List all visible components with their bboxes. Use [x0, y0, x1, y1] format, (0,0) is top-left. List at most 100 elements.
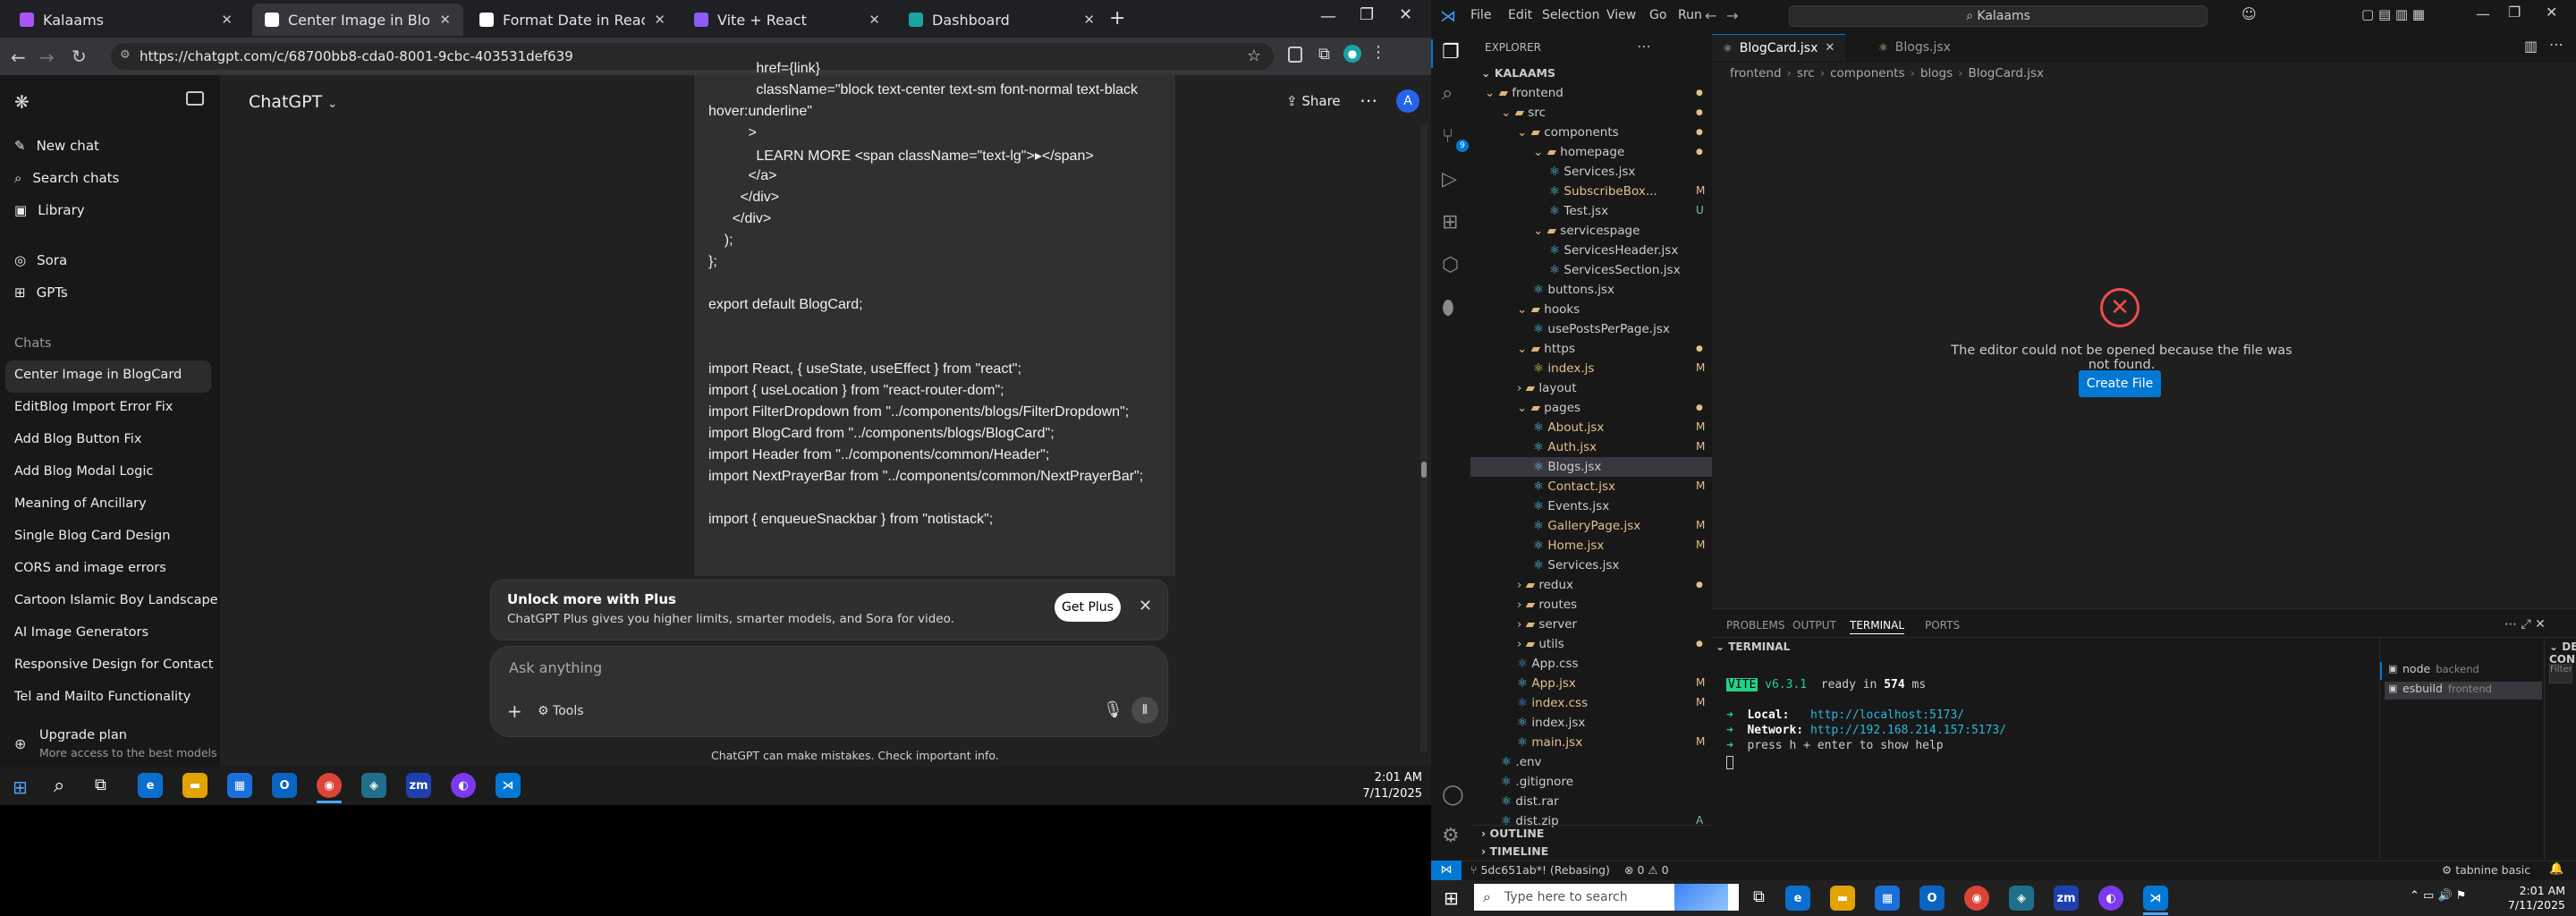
menu-item[interactable]: View — [1606, 8, 1636, 22]
tree-file[interactable]: ⚛ Blogs.jsx — [1533, 460, 1601, 474]
breadcrumb-item[interactable]: components — [1830, 66, 1904, 81]
search-view-icon[interactable]: ⌕ — [1442, 82, 1453, 105]
task-view-icon[interactable]: ⧉ — [95, 776, 106, 794]
close-window-icon[interactable]: ✕ — [2546, 4, 2557, 21]
browser-tab[interactable]: Vite + React ✕ — [682, 4, 893, 36]
git-branch-status[interactable]: ⑂ 5dc651ab*! (Rebasing) — [1470, 863, 1610, 877]
tree-file[interactable]: ⚛ Auth.jsx — [1533, 440, 1597, 454]
browser-tab[interactable]: Center Image in BlogCard ✕ — [252, 4, 463, 36]
editor-more-icon[interactable]: ⋯ — [2549, 36, 2563, 53]
tree-file[interactable]: ⚛ dist.rar — [1501, 794, 1559, 809]
tree-folder[interactable]: ⌄ ▰ servicespage — [1533, 224, 1640, 238]
github-icon[interactable]: ◐ — [2098, 886, 2123, 911]
extension-icon[interactable] — [1288, 47, 1302, 63]
chat-history-item[interactable]: Single Blog Card Design — [14, 529, 170, 543]
terminal-cursor[interactable] — [1726, 756, 1733, 769]
tree-file[interactable]: ⚛ Services.jsx — [1533, 558, 1619, 572]
edge-icon[interactable]: e — [1785, 886, 1810, 911]
tree-file[interactable]: ⚛ SubscribeBox... — [1549, 184, 1657, 199]
url-bar[interactable]: ⚙ https://chatgpt.com/c/68700bb8-cda0-80… — [111, 43, 1274, 70]
nav-forward-icon[interactable]: → — [1726, 7, 1738, 24]
chat-scroll-thumb[interactable] — [1421, 462, 1427, 478]
panel-controls[interactable]: ⋯ ⤢ ✕ — [2504, 617, 2546, 632]
menu-item[interactable]: File — [1470, 8, 1491, 22]
forward-icon[interactable]: → — [39, 47, 55, 68]
layout-toggle-icons[interactable]: ▢ ▤ ▥ ▦ — [2361, 6, 2425, 22]
panel-tab[interactable]: OUTPUT — [1792, 619, 1836, 632]
close-tab-icon[interactable]: ✕ — [439, 12, 451, 28]
more-options-icon[interactable]: ⋯ — [1360, 89, 1377, 111]
tree-file[interactable]: ⚛ index.jsx — [1517, 716, 1585, 730]
chrome-icon[interactable]: ◉ — [1964, 886, 1989, 911]
tree-file[interactable]: ⚛ index.js — [1533, 361, 1594, 376]
windows-start-icon[interactable]: ⊞ — [13, 776, 28, 798]
tree-folder[interactable]: ⌄ ▰ components — [1517, 125, 1619, 140]
mongodb-icon[interactable]: ⬮ — [1442, 297, 1454, 319]
timeline-section[interactable]: › TIMELINE — [1481, 844, 1548, 858]
tree-folder[interactable]: ⌄ ▰ https — [1517, 342, 1575, 356]
vscode-taskbar-icon[interactable]: ⋊ — [2143, 886, 2168, 911]
upgrade-plan-link[interactable]: Upgrade plan — [39, 728, 127, 742]
tree-file[interactable]: ⚛ usePostsPerPage.jsx — [1533, 322, 1670, 336]
tree-file[interactable]: ⚛ About.jsx — [1533, 420, 1604, 435]
chat-history-item[interactable]: Responsive Design for Contact — [14, 657, 214, 672]
nav-back-icon[interactable]: ← — [1705, 7, 1716, 24]
tree-file[interactable]: ⚛ Services.jsx — [1549, 165, 1635, 179]
debug-filter-input[interactable]: Filter (e.g. text, !exclude, \... — [2549, 664, 2572, 683]
tree-file[interactable]: ⚛ Events.jsx — [1533, 499, 1609, 513]
tree-file[interactable]: ⚛ ServicesSection.jsx — [1549, 263, 1681, 277]
browser-tab[interactable]: Format Date in React Compone ✕ — [467, 4, 678, 36]
extensions-icon[interactable]: ⧉ — [1318, 45, 1330, 64]
store-icon[interactable]: ▦ — [227, 773, 252, 798]
panel-tab[interactable]: PORTS — [1925, 619, 1960, 632]
add-attachment-icon[interactable]: + — [507, 700, 522, 722]
prompt-input[interactable]: Ask anything — [509, 659, 602, 676]
file-explorer-icon[interactable]: ▬ — [1830, 886, 1855, 911]
tree-file[interactable]: ⚛ Test.jsx — [1549, 204, 1608, 218]
chat-history-item[interactable]: Add Blog Modal Logic — [14, 464, 153, 479]
tree-folder[interactable]: ⌄ ▰ hooks — [1517, 302, 1580, 317]
tree-folder[interactable]: ⌄ ▰ src — [1501, 106, 1546, 120]
tree-folder[interactable]: › ▰ server — [1517, 617, 1577, 632]
model-selector[interactable]: ChatGPT ⌄ — [249, 92, 337, 112]
outlook-icon[interactable]: O — [1919, 886, 1945, 911]
panel-tab[interactable]: PROBLEMS — [1726, 619, 1785, 632]
accounts-icon[interactable]: ◯ — [1442, 784, 1464, 806]
workspace-root[interactable]: ⌄ KALAAMS — [1481, 66, 1555, 80]
browser-tab[interactable]: Dashboard ✕ — [896, 4, 1107, 36]
tab-blogs[interactable]: ⚛ Blogs.jsx — [1868, 34, 1962, 61]
tree-folder[interactable]: ⌄ ▰ frontend — [1485, 86, 1563, 100]
tree-file[interactable]: ⚛ Home.jsx — [1533, 539, 1604, 553]
zoom-icon[interactable]: zm — [406, 773, 431, 798]
back-icon[interactable]: ← — [11, 47, 26, 68]
close-tab-icon[interactable]: ✕ — [221, 12, 233, 28]
search-chats-button[interactable]: ⌕ Search chats — [14, 170, 119, 186]
tab-blogcard[interactable]: ⚛ BlogCard.jsx ✕ — [1712, 34, 1846, 61]
notifications-bell-icon[interactable]: 🔔 — [2549, 862, 2563, 876]
voice-mode-icon[interactable]: ⦀ — [1131, 697, 1158, 724]
tree-file[interactable]: ⚛ index.css — [1517, 696, 1588, 710]
panel-tab[interactable]: TERMINAL — [1850, 619, 1905, 634]
bookmark-star-icon[interactable]: ☆ — [1247, 47, 1261, 65]
minimize-icon[interactable]: — — [2476, 5, 2490, 22]
app-icon[interactable]: ◈ — [2009, 886, 2034, 911]
get-plus-button[interactable]: Get Plus — [1055, 593, 1121, 622]
remote-explorer-icon[interactable]: ⬡ — [1442, 254, 1459, 276]
chrome-menu-icon[interactable]: ⋮ — [1370, 43, 1386, 62]
task-view-icon[interactable]: ⧉ — [1753, 887, 1765, 906]
tree-folder[interactable]: › ▰ layout — [1517, 381, 1577, 395]
explorer-icon[interactable]: ❐ — [1442, 41, 1460, 64]
chat-history-item[interactable]: CORS and image errors — [14, 561, 166, 575]
close-banner-icon[interactable]: ✕ — [1139, 597, 1152, 615]
chat-history-item[interactable]: Cartoon Islamic Boy Landscape — [14, 593, 218, 607]
source-control-icon[interactable]: ⑂ — [1442, 125, 1453, 148]
chat-history-item[interactable]: EditBlog Import Error Fix — [14, 400, 173, 414]
breadcrumb-item[interactable]: BlogCard.jsx — [1968, 66, 2044, 81]
tree-folder[interactable]: ⌄ ▰ pages — [1517, 401, 1580, 415]
close-tab-icon[interactable]: ✕ — [869, 12, 880, 28]
chat-history-item[interactable]: Meaning of Ancillary — [14, 496, 147, 511]
command-center-search[interactable]: ⌕ Kalaams — [1789, 5, 2207, 27]
create-file-button[interactable]: Create File — [2079, 370, 2161, 397]
tree-file[interactable]: ⚛ App.css — [1517, 657, 1579, 671]
file-explorer-icon[interactable]: ▬ — [182, 773, 208, 798]
